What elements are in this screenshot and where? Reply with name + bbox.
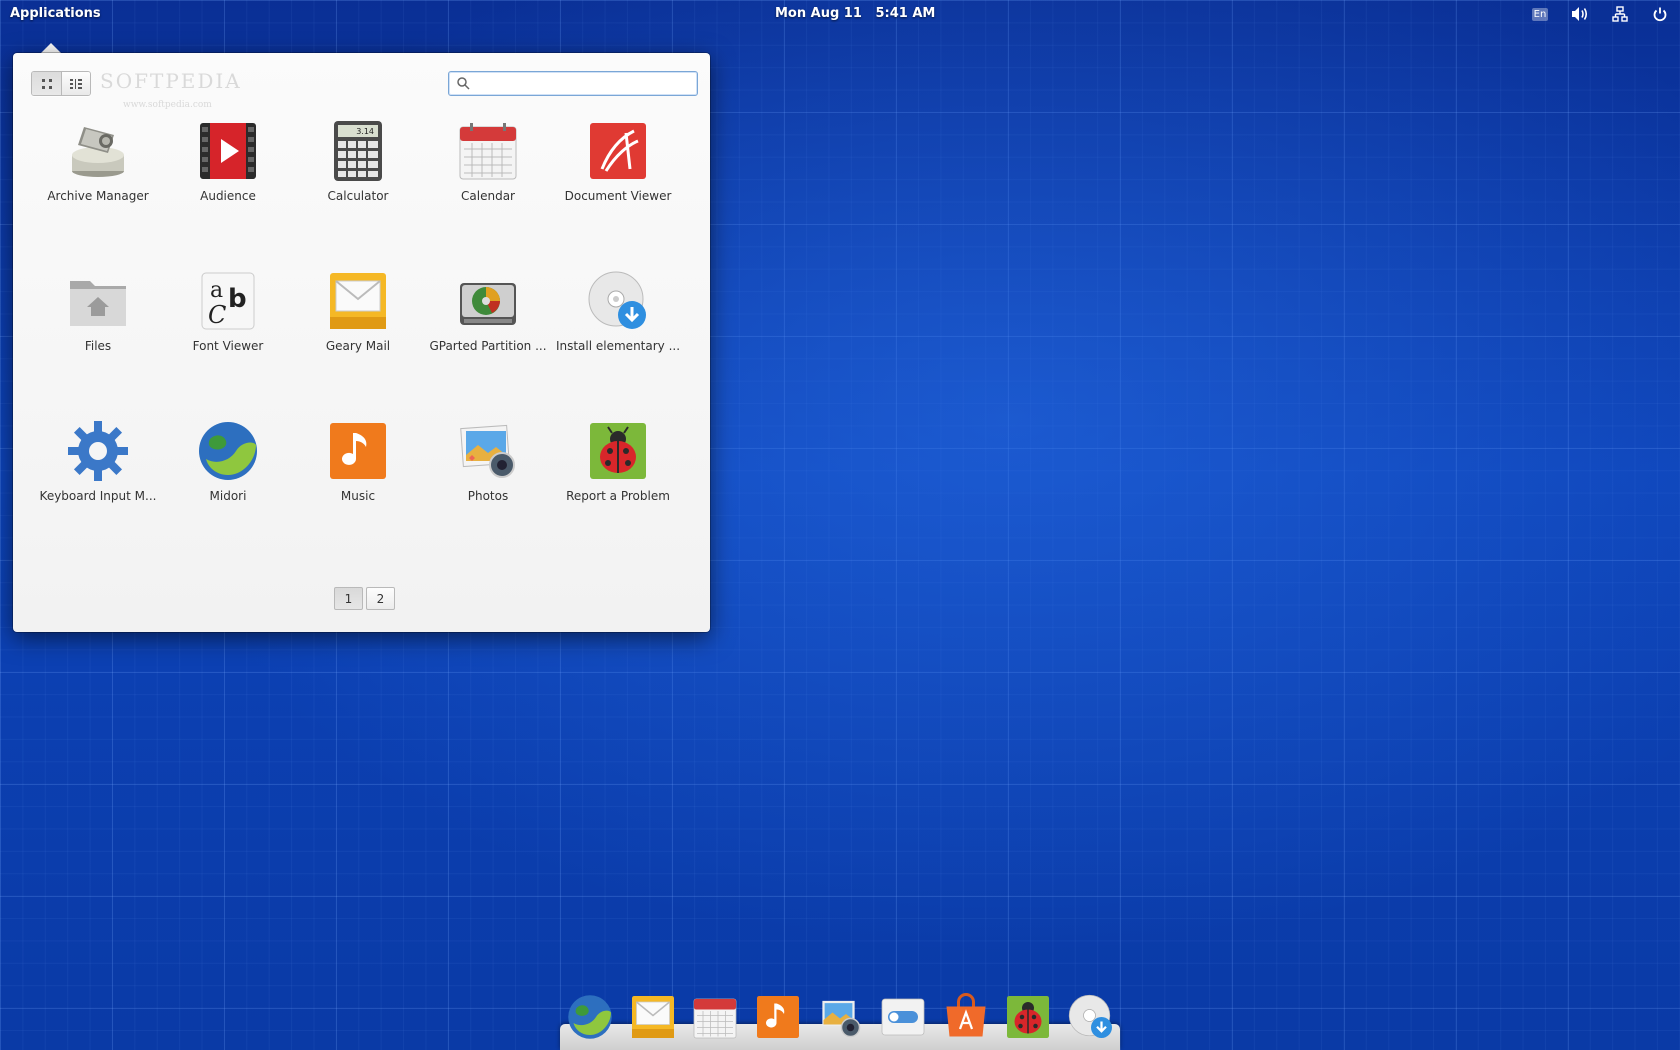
audience-icon	[200, 123, 256, 179]
svg-text:a: a	[210, 278, 223, 303]
network-icon	[1612, 6, 1628, 22]
music-icon	[330, 423, 386, 479]
photos-icon	[822, 1000, 861, 1038]
watermark-url: www.softpedia.com	[123, 100, 212, 110]
dock-item-midori[interactable]	[566, 993, 614, 1041]
svg-text:C: C	[208, 301, 226, 329]
app-label: Files	[84, 339, 112, 353]
app-label: Archive Manager	[47, 189, 149, 203]
applications-menu-button[interactable]: Applications	[10, 6, 101, 21]
search-box[interactable]	[448, 71, 698, 96]
gparted-icon	[460, 283, 516, 325]
calculator-icon: 3.14	[334, 121, 382, 181]
dock-item-geary-mail[interactable]	[629, 993, 677, 1041]
app-label: Photos	[467, 489, 509, 503]
app-label: Font Viewer	[192, 339, 264, 353]
calendar-icon	[459, 123, 517, 180]
applications-launcher: SOFTPEDIA www.softpedia.com Archive Mana…	[13, 53, 710, 632]
top-panel: Applications Mon Aug 11 5:41 AM En	[0, 0, 1680, 28]
clock-time: 5:41 AM	[875, 6, 936, 21]
app-midori[interactable]: Midori	[163, 419, 293, 519]
dock-item-settings[interactable]	[879, 993, 927, 1041]
photos-icon	[460, 424, 515, 478]
view-mode-toggle	[31, 71, 91, 96]
document-viewer-icon	[590, 123, 646, 179]
app-calculator[interactable]: 3.14 Calculator	[293, 119, 423, 219]
app-font-viewer[interactable]: a b C Font Viewer	[163, 269, 293, 369]
clock-date: Mon Aug 11	[775, 6, 862, 21]
power-indicator[interactable]	[1640, 0, 1680, 28]
report-problem-icon	[590, 423, 646, 479]
app-label: Calendar	[461, 189, 515, 203]
app-label: Install elementary ...	[555, 339, 681, 353]
app-archive-manager[interactable]: Archive Manager	[33, 119, 163, 219]
search-input[interactable]	[476, 74, 676, 93]
midori-icon	[568, 995, 612, 1039]
app-label: Calculator	[327, 189, 389, 203]
app-center-icon	[946, 993, 986, 1037]
page-button-2[interactable]: 2	[366, 587, 395, 610]
system-tray: En	[1520, 0, 1680, 28]
app-label: Music	[340, 489, 376, 503]
app-label: Keyboard Input M...	[39, 489, 157, 503]
power-icon	[1653, 7, 1667, 22]
settings-icon	[881, 998, 925, 1036]
app-calendar[interactable]: Calendar	[423, 119, 553, 219]
app-keyboard-input[interactable]: Keyboard Input M...	[33, 419, 163, 519]
grid-view-button[interactable]	[32, 72, 61, 95]
category-view-button[interactable]	[61, 72, 90, 95]
archive-manager-icon	[72, 127, 124, 177]
keyboard-input-icon	[68, 421, 128, 481]
app-install-elementary[interactable]: Install elementary ...	[553, 269, 683, 369]
app-geary-mail[interactable]: Geary Mail	[293, 269, 423, 369]
calculator-display: 3.14	[356, 127, 374, 136]
keyboard-layout-icon: En	[1531, 7, 1549, 21]
midori-icon	[199, 422, 257, 480]
dock-items	[566, 993, 1129, 1041]
install-elementary-icon	[1068, 994, 1112, 1038]
app-document-viewer[interactable]: Document Viewer	[553, 119, 683, 219]
app-label: Document Viewer	[564, 189, 672, 203]
page-button-1[interactable]: 1	[334, 587, 363, 610]
dock-item-report-problem[interactable]	[1004, 993, 1052, 1041]
app-report-problem[interactable]: Report a Problem	[553, 419, 683, 519]
app-grid: Archive Manager Audience 3.14 Calculator	[33, 119, 683, 569]
app-gparted[interactable]: GParted Partition ...	[423, 269, 553, 369]
volume-icon	[1572, 7, 1588, 21]
report-problem-icon	[1007, 996, 1050, 1038]
network-indicator[interactable]	[1600, 0, 1640, 28]
svg-text:b: b	[228, 284, 247, 314]
dock-item-install-elementary[interactable]	[1067, 993, 1115, 1041]
dock-item-app-center[interactable]	[942, 993, 990, 1041]
dock-item-calendar[interactable]	[691, 993, 739, 1041]
page-switcher: 1 2	[334, 587, 398, 610]
music-icon	[756, 996, 799, 1038]
app-label: Audience	[200, 189, 256, 203]
font-viewer-icon: a b C	[201, 272, 255, 330]
watermark: SOFTPEDIA	[100, 69, 242, 93]
geary-mail-icon	[330, 273, 386, 329]
app-label: GParted Partition ...	[429, 339, 547, 353]
app-label: Geary Mail	[325, 339, 391, 353]
search-icon	[457, 77, 470, 90]
app-music[interactable]: Music	[293, 419, 423, 519]
files-icon	[70, 281, 126, 326]
calendar-icon	[693, 998, 737, 1039]
dock-item-photos[interactable]	[816, 993, 864, 1041]
app-files[interactable]: Files	[33, 269, 163, 369]
volume-indicator[interactable]	[1560, 0, 1600, 28]
panel-clock[interactable]: Mon Aug 11 5:41 AM	[775, 6, 935, 21]
category-view-icon	[70, 78, 82, 89]
dock-item-music[interactable]	[754, 993, 802, 1041]
app-label: Midori	[209, 489, 247, 503]
geary-mail-icon	[631, 996, 674, 1038]
app-label: Report a Problem	[566, 489, 670, 503]
app-photos[interactable]: Photos	[423, 419, 553, 519]
install-elementary-icon	[588, 271, 646, 329]
app-audience[interactable]: Audience	[163, 119, 293, 219]
grid-view-icon	[41, 78, 52, 89]
keyboard-layout-indicator[interactable]: En	[1520, 0, 1560, 28]
